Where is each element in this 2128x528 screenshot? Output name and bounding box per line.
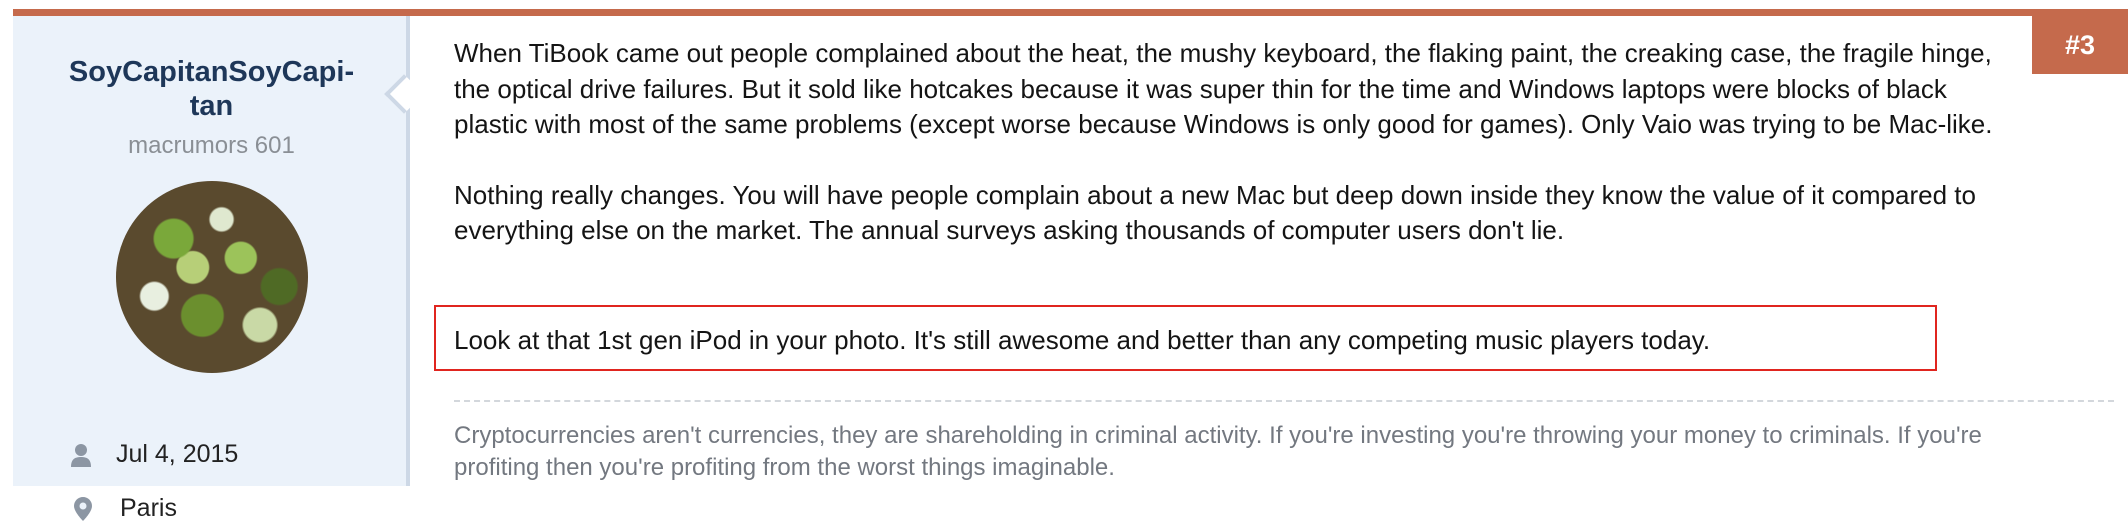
post-number-link[interactable]: #3 [2032,16,2128,74]
author-location-row: Paris [74,494,177,523]
author-avatar[interactable] [116,181,308,373]
sidebar-pointer-mask [414,70,428,120]
author-signature: Cryptocurrencies aren't currencies, they… [454,422,1982,481]
post-paragraph-3-highlighted: Look at that 1st gen iPod in your photo.… [454,325,1711,355]
author-username-link[interactable]: SoyCapitanSoyCapi- tan [13,55,410,123]
author-location[interactable]: Paris [120,494,177,523]
post-paragraph-2: Nothing really changes. You will have pe… [454,179,1976,246]
post-paragraph-1: When TiBook came out people complained a… [454,38,1993,139]
map-pin-icon [74,496,96,521]
signature-divider [454,400,2114,402]
author-joined-row: Jul 4, 2015 [70,440,238,469]
post-top-accent-bar [13,9,2128,16]
user-icon [70,443,92,467]
author-user-title: macrumors 601 [128,132,295,159]
author-joined-date: Jul 4, 2015 [116,440,239,468]
post-message-body: When TiBook came out people complained a… [454,36,2014,249]
